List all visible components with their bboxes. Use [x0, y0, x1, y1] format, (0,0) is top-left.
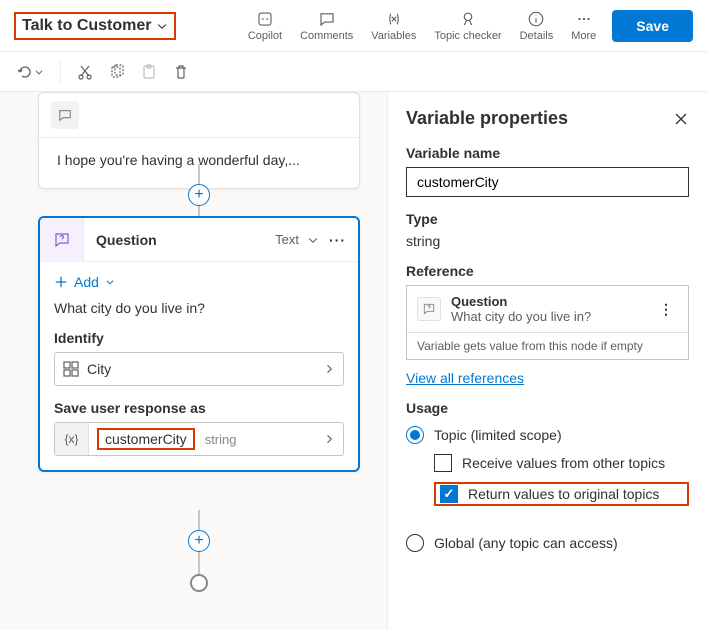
- details-icon: [527, 10, 545, 28]
- message-icon: [51, 101, 79, 129]
- reference-more-icon[interactable]: ⋮: [655, 302, 678, 316]
- chevron-down-icon: [156, 20, 168, 32]
- type-value: string: [406, 233, 689, 249]
- entity-icon: [63, 361, 79, 377]
- reference-subtitle: What city do you live in?: [451, 309, 645, 324]
- variable-type: string: [205, 432, 323, 447]
- topic-checker-icon: [459, 10, 477, 28]
- chevron-down-icon: [34, 67, 44, 77]
- cut-icon[interactable]: [77, 64, 93, 80]
- more-label: More: [571, 30, 596, 42]
- variable-field[interactable]: {x} customerCity string: [54, 422, 344, 456]
- add-button[interactable]: Add: [54, 272, 344, 300]
- separator: [60, 61, 61, 83]
- toolbar-items: Copilot Comments Variables Topic checker…: [248, 10, 596, 42]
- copilot-button[interactable]: Copilot: [248, 10, 282, 42]
- receive-values-checkbox[interactable]: Receive values from other topics: [434, 454, 689, 472]
- copilot-label: Copilot: [248, 30, 282, 42]
- details-label: Details: [520, 30, 554, 42]
- paste-icon: [141, 64, 157, 80]
- variables-icon: [385, 10, 403, 28]
- variable-name-input[interactable]: [406, 167, 689, 197]
- delete-icon[interactable]: [173, 64, 189, 80]
- usage-topic-radio[interactable]: Topic (limited scope): [406, 426, 689, 444]
- identify-value: City: [87, 361, 315, 377]
- topic-title-dropdown[interactable]: Talk to Customer: [14, 12, 176, 40]
- undo-button[interactable]: [16, 64, 44, 80]
- return-values-checkbox[interactable]: Return values to original topics: [434, 482, 689, 506]
- usage-global-radio[interactable]: Global (any topic can access): [406, 534, 689, 552]
- chevron-down-icon: [105, 277, 115, 287]
- plus-icon: [54, 275, 68, 289]
- close-icon[interactable]: [673, 111, 689, 127]
- more-icon: [575, 10, 593, 28]
- more-button[interactable]: More: [571, 10, 596, 42]
- reference-title: Question: [451, 294, 645, 309]
- variable-name-label: Variable name: [406, 145, 689, 161]
- question-icon: [417, 297, 441, 321]
- reference-card[interactable]: Question What city do you live in? ⋮ Var…: [406, 285, 689, 360]
- end-node: [190, 574, 208, 592]
- comments-button[interactable]: Comments: [300, 10, 353, 42]
- identify-field[interactable]: City: [54, 352, 344, 386]
- question-prompt: What city do you live in?: [54, 300, 344, 316]
- view-all-references-link[interactable]: View all references: [406, 370, 524, 386]
- receive-values-label: Receive values from other topics: [462, 455, 665, 471]
- panel-title: Variable properties: [406, 108, 568, 129]
- comments-label: Comments: [300, 30, 353, 42]
- topic-checker-button[interactable]: Topic checker: [434, 10, 501, 42]
- variables-button[interactable]: Variables: [371, 10, 416, 42]
- copy-icon[interactable]: [109, 64, 125, 80]
- return-values-label: Return values to original topics: [468, 486, 659, 502]
- top-toolbar: Talk to Customer Copilot Comments Variab…: [0, 0, 707, 52]
- reference-label: Reference: [406, 263, 689, 279]
- question-icon: [40, 218, 84, 262]
- topic-title: Talk to Customer: [22, 17, 152, 35]
- add-node-button[interactable]: +: [188, 184, 210, 206]
- checkbox-icon: [434, 454, 452, 472]
- variable-properties-panel: Variable properties Variable name Type s…: [387, 92, 707, 630]
- identify-label: Identify: [54, 330, 344, 346]
- question-title: Question: [96, 232, 275, 248]
- usage-global-label: Global (any topic can access): [434, 535, 618, 551]
- add-node-button[interactable]: +: [188, 530, 210, 552]
- authoring-canvas[interactable]: I hope you're having a wonderful day,...…: [0, 92, 387, 630]
- node-more-icon[interactable]: ···: [329, 232, 346, 248]
- variable-icon: {x}: [55, 423, 89, 455]
- edit-toolbar: [0, 52, 707, 92]
- save-as-label: Save user response as: [54, 400, 344, 416]
- save-button[interactable]: Save: [612, 10, 693, 42]
- add-label: Add: [74, 274, 99, 290]
- details-button[interactable]: Details: [520, 10, 554, 42]
- comments-icon: [318, 10, 336, 28]
- radio-icon: [406, 426, 424, 444]
- topic-checker-label: Topic checker: [434, 30, 501, 42]
- variable-name: customerCity: [97, 428, 195, 450]
- usage-label: Usage: [406, 400, 689, 416]
- question-header: Question Text ···: [40, 218, 358, 262]
- variables-label: Variables: [371, 30, 416, 42]
- chevron-right-icon: [323, 363, 335, 375]
- checkbox-icon: [440, 485, 458, 503]
- copilot-icon: [256, 10, 274, 28]
- type-label: Type: [406, 211, 689, 227]
- radio-icon: [406, 534, 424, 552]
- undo-icon: [16, 64, 32, 80]
- chevron-down-icon[interactable]: [307, 234, 319, 246]
- usage-topic-label: Topic (limited scope): [434, 427, 562, 443]
- question-node[interactable]: Question Text ··· Add What city do you l…: [38, 216, 360, 472]
- chevron-right-icon: [323, 433, 335, 445]
- reference-footer: Variable gets value from this node if em…: [407, 332, 688, 359]
- question-output-type: Text: [275, 232, 299, 247]
